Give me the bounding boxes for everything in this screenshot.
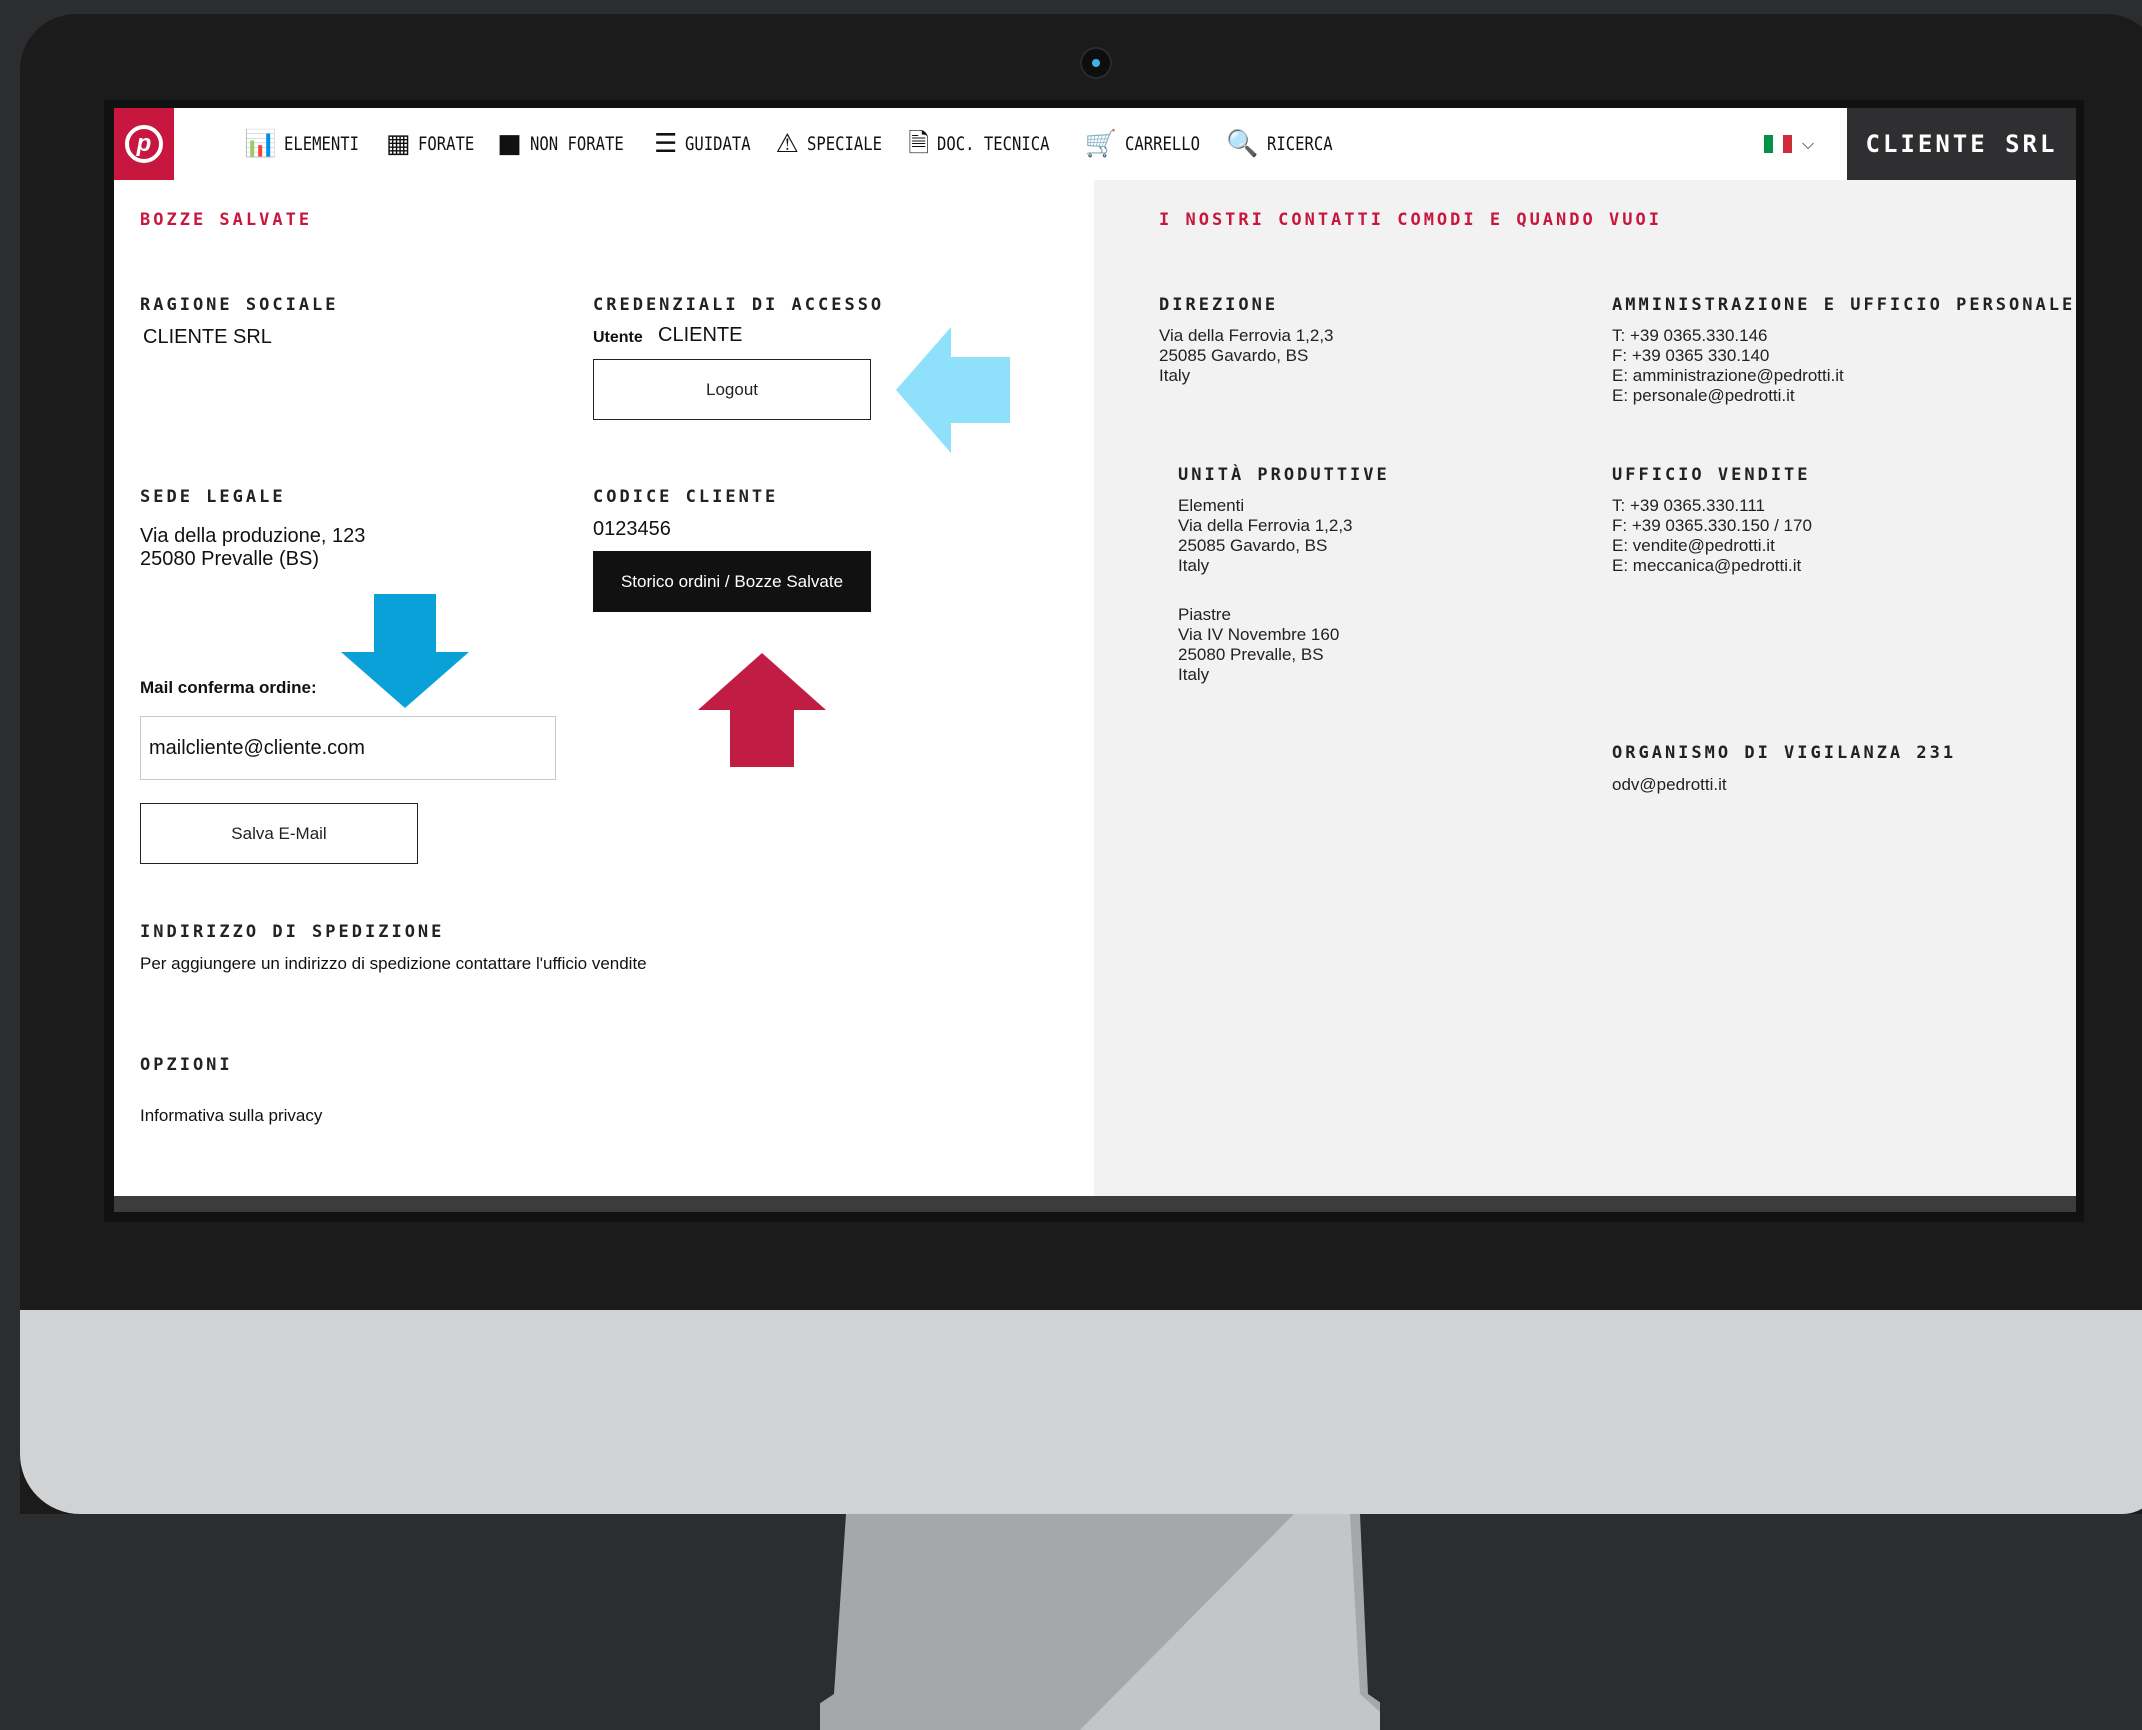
logout-button[interactable]: Logout: [593, 359, 871, 420]
sede-legale-line2: 25080 Prevalle (BS): [140, 548, 319, 570]
nav-item-label: Carrello: [1124, 133, 1200, 155]
account-label: CLIENTE SRL: [1865, 130, 2058, 158]
monitor-chin: [20, 1310, 2142, 1514]
unita-piastre-address: Piastre Via IV Novembre 160 25080 Preval…: [1178, 605, 1340, 684]
vigilanza-email[interactable]: odv@pedrotti.it: [1612, 775, 1727, 795]
contacts-panel: I NOSTRI CONTATTI COMODI E QUANDO VUOI D…: [1094, 180, 2076, 1196]
nav-item-label: Speciale: [806, 133, 882, 155]
nav-item-non-forate[interactable]: ■ Non Forate: [497, 131, 630, 157]
nav-item-elementi[interactable]: 📊 Elementi: [244, 131, 362, 157]
light-blue-arrow-left-icon: [896, 327, 1010, 453]
film-frame-icon: ▦: [385, 129, 411, 159]
nav-item-label: Elementi: [284, 133, 360, 155]
nav-item-label: Non Forate: [529, 133, 624, 155]
mail-conferma-input[interactable]: [140, 716, 556, 780]
nav-item-forate[interactable]: ▦ Forate: [385, 129, 475, 159]
codice-cliente-heading: CODICE CLIENTE: [593, 487, 779, 507]
logo-p-icon: p: [125, 125, 163, 163]
ragione-sociale-heading: RAGIONE SOCIALE: [140, 295, 339, 315]
amministrazione-heading: AMMINISTRAZIONE E UFFICIO PERSONALE: [1612, 295, 2076, 315]
nav-item-label: Doc. Tecnica: [937, 133, 1050, 155]
sede-legale-line1: Via della produzione, 123: [140, 525, 366, 547]
spedizione-text: Per aggiungere un indirizzo di spedizion…: [140, 954, 647, 973]
nav-item-label: Ricerca: [1266, 133, 1333, 155]
cart-icon: 🛒: [1084, 129, 1117, 159]
language-selector[interactable]: ⌵: [1764, 134, 1814, 154]
account-panel: BOZZE SALVATE RAGIONE SOCIALE CLIENTE SR…: [114, 180, 1094, 1196]
page-title: BOZZE SALVATE: [140, 210, 313, 230]
blue-arrow-down-icon: [341, 594, 469, 708]
screen: p 📊 Elementi ▦ Forate ■ Non Forate ☰ Guidata ⚠ Sp…: [114, 108, 2076, 1196]
codice-cliente-value: 0123456: [593, 518, 671, 540]
nav-item-carrello[interactable]: 🛒 Carrello: [1084, 131, 1202, 157]
document-icon: 🗎: [908, 129, 930, 159]
ragione-sociale-value: CLIENTE SRL: [143, 326, 272, 348]
sede-legale-heading: SEDE LEGALE: [140, 487, 286, 507]
opzioni-heading: OPZIONI: [140, 1055, 233, 1075]
vendite-contacts: T: +39 0365.330.111 F: +39 0365.330.150 …: [1612, 496, 1812, 575]
credenziali-heading: CREDENZIALI DI ACCESSO: [593, 295, 885, 315]
direzione-heading: DIREZIONE: [1159, 295, 1279, 315]
screen-bottom-bar: [114, 1196, 2076, 1212]
spedizione-heading: INDIRIZZO DI SPEDIZIONE: [140, 922, 445, 942]
search-icon: 🔍: [1226, 129, 1259, 159]
main-menu: 📊 Elementi ▦ Forate ■ Non Forate ☰ Guidata ⚠ Spec…: [244, 108, 1333, 180]
vigilanza-heading: ORGANISMO DI VIGILANZA 231: [1612, 743, 1957, 763]
solid-square-icon: ■: [497, 129, 522, 159]
privacy-link[interactable]: Informativa sulla privacy: [140, 1106, 322, 1126]
salva-email-button[interactable]: Salva E-Mail: [140, 803, 418, 864]
brand-logo[interactable]: p: [114, 108, 174, 180]
unita-heading: UNITÀ PRODUTTIVE: [1178, 465, 1390, 485]
italy-flag-icon: [1764, 135, 1792, 153]
amministrazione-contacts: T: +39 0365.330.146 F: +39 0365 330.140 …: [1612, 326, 1844, 405]
contacts-title: I NOSTRI CONTATTI COMODI E QUANDO VUOI: [1159, 210, 1662, 230]
nav-item-guidata[interactable]: ☰ Guidata: [654, 131, 751, 157]
red-arrow-up-icon: [698, 653, 826, 767]
user-label: Utente: [593, 329, 643, 346]
warning-triangle-icon: ⚠: [775, 129, 799, 159]
direzione-address: Via della Ferrovia 1,2,3 25085 Gavardo, …: [1159, 326, 1334, 385]
account-button[interactable]: CLIENTE SRL: [1847, 108, 2076, 180]
nav-item-label: Forate: [418, 133, 475, 155]
nav-item-doc-tecnica[interactable]: 🗎 Doc. Tecnica: [908, 131, 1060, 157]
unita-elementi-address: Elementi Via della Ferrovia 1,2,3 25085 …: [1178, 496, 1353, 575]
user-value: CLIENTE: [658, 324, 743, 346]
vendite-heading: UFFICIO VENDITE: [1612, 465, 1811, 485]
bar-chart-icon: 📊: [244, 129, 277, 159]
nav-item-ricerca[interactable]: 🔍 Ricerca: [1226, 131, 1332, 157]
top-navigation: p 📊 Elementi ▦ Forate ■ Non Forate ☰ Guidata ⚠ Sp…: [114, 108, 2076, 181]
chevron-down-icon: ⌵: [1802, 134, 1815, 153]
nav-item-label: Guidata: [685, 133, 752, 155]
mail-conferma-label: Mail conferma ordine:: [140, 678, 317, 697]
storico-ordini-button[interactable]: Storico ordini / Bozze Salvate: [593, 551, 871, 612]
rail-guide-icon: ☰: [654, 129, 678, 159]
webcam-icon: [1080, 47, 1112, 79]
nav-item-speciale[interactable]: ⚠ Speciale: [775, 131, 884, 157]
